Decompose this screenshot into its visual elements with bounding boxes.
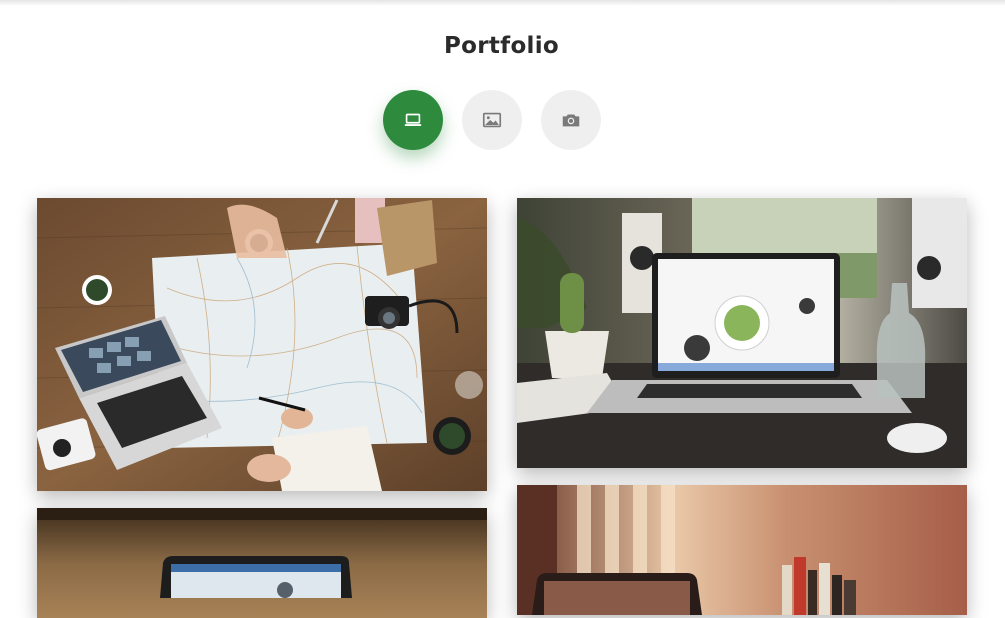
page-title: Portfolio [443,33,560,59]
laptop-in-warm-room-photo [517,485,967,615]
laptop-on-wooden-desk-photo [37,508,487,618]
filter-camera-button[interactable] [541,90,601,150]
header-shadow [0,0,1005,6]
portfolio-item-laptop-cactus[interactable] [517,198,967,468]
portfolio-item-map-desk[interactable] [37,198,487,491]
portfolio-item-laptop-room[interactable] [517,485,967,615]
image-icon [482,112,502,128]
camera-icon [562,114,580,127]
laptop-with-cactus-photo [517,198,967,468]
filter-laptop-button[interactable] [383,90,443,150]
portfolio-item-laptop-desk[interactable] [37,508,487,618]
laptop-icon [404,113,422,126]
filter-image-button[interactable] [462,90,522,150]
filter-bar [383,90,601,150]
map-travel-desk-photo [37,198,487,491]
